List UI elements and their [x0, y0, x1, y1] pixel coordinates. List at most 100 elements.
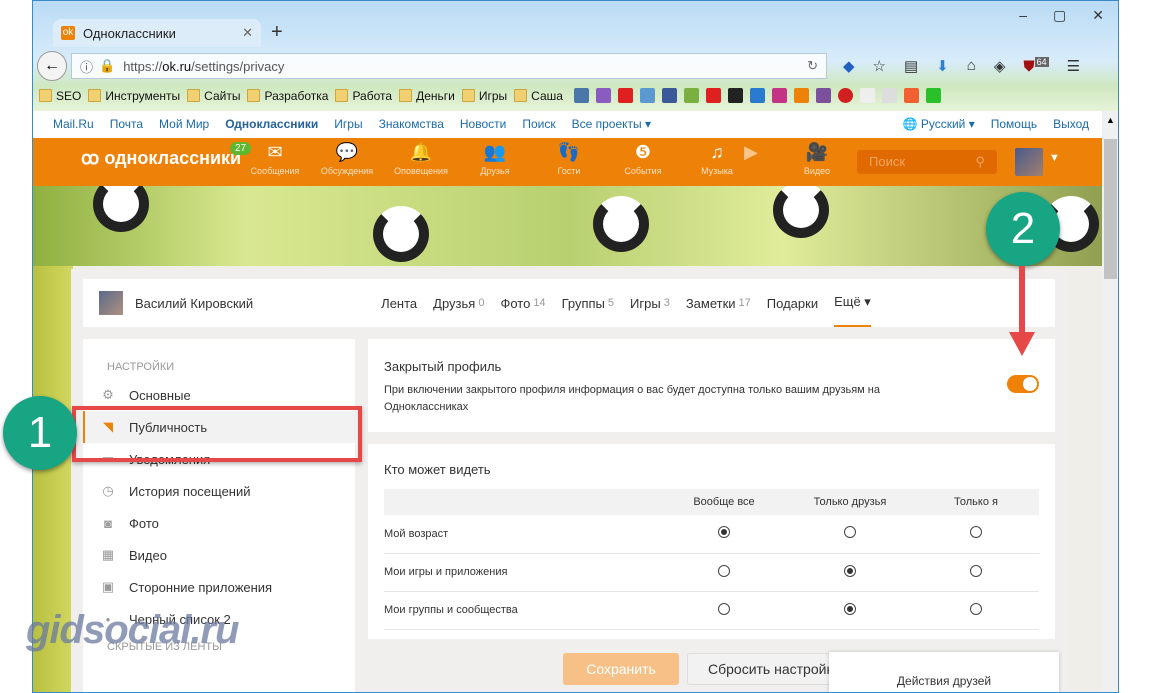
facebook-icon[interactable]	[661, 88, 677, 103]
ublock-icon[interactable]: ⛊ 64	[1023, 57, 1049, 75]
nav-notifications[interactable]: 🔔 Оповещения	[389, 142, 453, 176]
profile-avatar[interactable]	[99, 291, 123, 315]
tab-photos[interactable]: Фото 14	[500, 279, 545, 327]
search-input[interactable]: Поиск ⚲	[857, 150, 997, 174]
home-icon[interactable]: ⌂	[967, 57, 976, 75]
radio-only-me[interactable]	[970, 526, 982, 539]
tab-notes[interactable]: Заметки 17	[686, 279, 751, 327]
nav-events[interactable]: ❺ События	[611, 142, 675, 176]
nav-messages[interactable]: ✉ Сообщения	[243, 142, 307, 176]
reset-button[interactable]: Сбросить настройки	[687, 653, 847, 685]
copyright-icon[interactable]	[837, 88, 853, 103]
film-icon: ▦	[101, 547, 115, 562]
download-icon[interactable]: ⬇	[936, 57, 949, 75]
ok-icon[interactable]	[793, 88, 809, 103]
menu-icon[interactable]: ☰	[1067, 57, 1080, 75]
maximize-icon[interactable]: ▢	[1053, 7, 1066, 24]
reload-icon[interactable]: ↻	[807, 58, 818, 74]
url-bar[interactable]: ⓘ 🔒 https://ok.ru/settings/privacy ↻	[71, 53, 827, 79]
reader-icon[interactable]: ▤	[904, 57, 918, 75]
scrollbar[interactable]: ▲	[1102, 111, 1118, 692]
link-poisk[interactable]: Поиск	[522, 117, 555, 131]
youtube-icon[interactable]	[617, 88, 633, 103]
bookmark-folder[interactable]: SEO	[39, 88, 81, 103]
a-icon[interactable]	[727, 88, 743, 103]
bookmark-star-icon[interactable]: ☆	[873, 57, 886, 75]
close-tab-icon[interactable]: ✕	[242, 25, 253, 41]
link-novosti[interactable]: Новости	[460, 117, 506, 131]
new-tab-button[interactable]: +	[271, 21, 283, 44]
link-odnoklassniki[interactable]: Одноклассники	[225, 117, 318, 131]
bookmark-folder[interactable]: Игры	[461, 88, 507, 103]
paw-icon[interactable]	[903, 88, 919, 103]
ok-logo[interactable]: ꝏ одноклассники	[81, 148, 241, 169]
instagram-icon[interactable]	[771, 88, 787, 103]
house-plus-icon[interactable]	[705, 88, 721, 103]
nav-video[interactable]: 🎥 Видео	[785, 142, 849, 176]
bookmark-label: Инструменты	[105, 88, 181, 103]
link-znakomstva[interactable]: Знакомства	[379, 117, 444, 131]
radio-friends[interactable]	[844, 564, 856, 577]
minimize-icon[interactable]: –	[1019, 7, 1027, 24]
bookmark-folder[interactable]: Работа	[335, 88, 392, 103]
link-mailru[interactable]: Mail.Ru	[53, 117, 94, 131]
card-icon[interactable]	[639, 88, 655, 103]
radio-only-me[interactable]	[970, 602, 982, 615]
bookmark-folder[interactable]: Инструменты	[88, 88, 181, 103]
extension-icon[interactable]: ◆	[843, 57, 855, 75]
language-selector[interactable]: 🌐 Русский ▾	[903, 117, 975, 131]
radio-everyone[interactable]	[718, 602, 730, 615]
nav-guests[interactable]: 👣 Гости	[537, 142, 601, 176]
nav-discussions[interactable]: 💬 Обсуждения	[315, 142, 379, 176]
envelope-icon: ✉	[267, 142, 283, 162]
logout-link[interactable]: Выход	[1053, 117, 1089, 131]
nav-friends[interactable]: 👥 Друзья	[463, 142, 527, 176]
radio-friends[interactable]	[844, 602, 856, 615]
user-avatar[interactable]	[1015, 148, 1043, 176]
viber-icon[interactable]	[815, 88, 831, 103]
play-button[interactable]: ▶	[729, 142, 773, 166]
back-button[interactable]: ←	[37, 51, 67, 81]
utorrent-icon[interactable]	[925, 88, 941, 103]
android-icon[interactable]	[683, 88, 699, 103]
save-button[interactable]: Сохранить	[563, 653, 679, 685]
tab-feed[interactable]: Лента	[381, 279, 417, 327]
radio-only-me[interactable]	[970, 564, 982, 577]
vk-icon[interactable]	[573, 88, 589, 103]
link-moi-mir[interactable]: Мой Мир	[159, 117, 209, 131]
bookmark-folder[interactable]: Саша	[514, 88, 563, 103]
radio-everyone[interactable]	[718, 526, 730, 539]
bookmark-folder[interactable]: Разработка	[247, 88, 328, 103]
tab-more[interactable]: Ещё ▾	[834, 279, 871, 327]
tab-gifts[interactable]: Подарки	[767, 279, 818, 327]
all-projects-dropdown[interactable]: Все проекты ▾	[572, 117, 651, 131]
bookmark-label: Саша	[531, 88, 563, 103]
close-window-icon[interactable]: ✕	[1092, 7, 1104, 24]
help-link[interactable]: Помощь	[991, 117, 1037, 131]
tab-odnoklassniki[interactable]: ok Одноклассники ✕	[53, 19, 261, 47]
bookmark-folder[interactable]: Деньги	[399, 88, 455, 103]
scrollbar-thumb[interactable]	[1104, 139, 1117, 279]
radio-everyone[interactable]	[718, 564, 730, 577]
link-igry[interactable]: Игры	[334, 117, 362, 131]
bookmark-folder[interactable]: Сайты	[187, 88, 240, 103]
profile-name[interactable]: Василий Кировский	[135, 296, 253, 311]
chevron-down-icon[interactable]: ▼	[1049, 152, 1060, 164]
link-pochta[interactable]: Почта	[110, 117, 143, 131]
friends-actions-popup[interactable]: Действия друзей	[829, 652, 1059, 692]
sidebar-item-photo[interactable]: ◙ Фото	[83, 507, 355, 539]
radio-friends[interactable]	[844, 526, 856, 539]
olx-icon[interactable]	[859, 88, 875, 103]
tab-groups[interactable]: Группы 5	[562, 279, 614, 327]
sidebar-item-apps[interactable]: ▣ Сторонние приложения	[83, 571, 355, 603]
sidebar-item-video[interactable]: ▦ Видео	[83, 539, 355, 571]
eye-icon[interactable]	[881, 88, 897, 103]
tab-games[interactable]: Игры 3	[630, 279, 670, 327]
scroll-up-icon[interactable]: ▲	[1106, 115, 1115, 125]
pocket-icon[interactable]: ◈	[994, 57, 1006, 75]
s-icon[interactable]	[595, 88, 611, 103]
drop-icon[interactable]	[749, 88, 765, 103]
sidebar-item-history[interactable]: ◷ История посещений	[83, 475, 355, 507]
tab-friends[interactable]: Друзья 0	[433, 279, 484, 327]
closed-profile-toggle[interactable]	[1007, 375, 1039, 393]
